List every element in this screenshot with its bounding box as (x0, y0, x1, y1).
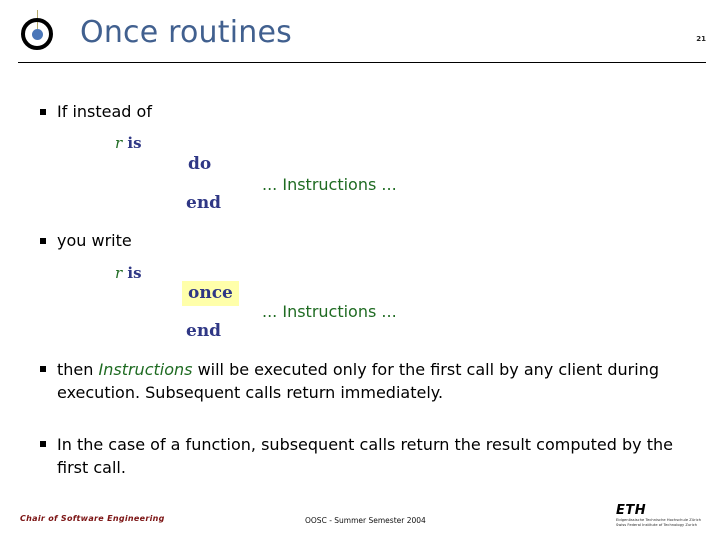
footer-course-label: OOSC - Summer Semester 2004 (305, 516, 426, 525)
emphasis-instructions: Instructions (98, 360, 193, 379)
logo-dot (32, 29, 43, 40)
keyword-is: is (127, 134, 142, 152)
list-item-label: then Instructions will be executed only … (57, 358, 682, 404)
keyword-is: is (127, 264, 142, 282)
slide-canvas: Once routines 21 If instead of r is do .… (0, 0, 720, 540)
header-divider (18, 62, 706, 63)
eth-subtitle-german: Eidgenössische Technische Hochschule Zür… (616, 518, 702, 522)
keyword-do: do (188, 154, 212, 174)
page-title: Once routines (80, 15, 292, 50)
eth-wordmark: ETH (616, 503, 647, 518)
routine-signature: r is (115, 264, 142, 282)
routine-signature: r is (115, 134, 142, 152)
instructions-placeholder: ... Instructions ... (262, 175, 397, 194)
keyword-end: end (186, 193, 222, 213)
square-bullet-icon (40, 433, 57, 455)
eth-logo: ETH Eidgenössische Technische Hochschule… (616, 504, 708, 527)
list-item-label: In the case of a function, subsequent ca… (57, 435, 673, 477)
list-item: If instead of (40, 101, 152, 123)
instructions-placeholder: ... Instructions ... (262, 302, 397, 321)
keyword-end: end (186, 321, 222, 341)
list-item: you write (40, 230, 132, 252)
target-dot-icon (17, 10, 63, 56)
list-item: In the case of a function, subsequent ca… (40, 433, 690, 479)
footer-chair-label: Chair of Software Engineering (20, 514, 165, 523)
list-item: then Instructions will be executed only … (40, 358, 690, 404)
keyword-once-highlighted: once (182, 281, 239, 306)
square-bullet-icon (40, 358, 57, 380)
square-bullet-icon (40, 230, 57, 252)
paragraph-lead: then (57, 360, 94, 379)
list-item-label: you write (57, 231, 132, 250)
eth-subtitle-english: Swiss Federal Institute of Technology Zu… (616, 522, 698, 527)
page-number: 21 (696, 35, 706, 43)
square-bullet-icon (40, 101, 57, 123)
list-item-label: If instead of (57, 102, 152, 121)
